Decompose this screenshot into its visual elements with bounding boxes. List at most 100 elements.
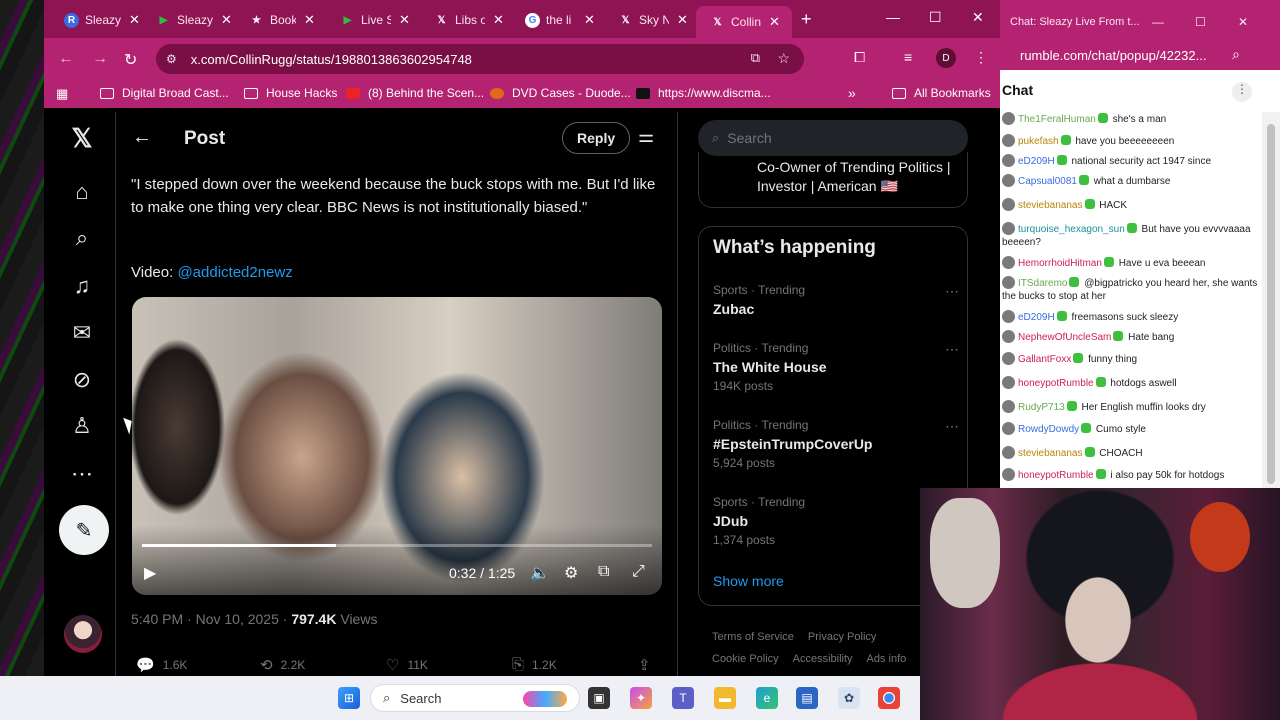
store-icon[interactable]: ▤ — [796, 687, 818, 709]
close-tab-icon[interactable]: ✕ — [677, 12, 688, 28]
install-app-icon[interactable]: ⧉ — [751, 50, 760, 66]
bookmark-item[interactable]: Digital Broad Cast... — [100, 86, 229, 100]
author-card[interactable]: Co-Owner of Trending Politics | Investor… — [698, 152, 968, 208]
trend-item[interactable]: Politics · Trending The White House 194K… — [713, 341, 959, 393]
menu-icon[interactable]: ⋮ — [974, 49, 988, 66]
user-avatar[interactable] — [1002, 468, 1015, 481]
chat-username[interactable]: The1FeralHuman — [1018, 114, 1096, 125]
app-icon[interactable]: ✿ — [838, 687, 860, 709]
video-handle-link[interactable]: @addicted2newz — [177, 264, 292, 281]
trend-item[interactable]: Sports · Trending Zubac ⋯ — [713, 283, 959, 317]
messages-icon[interactable]: ✉ — [68, 319, 96, 347]
minimize-icon[interactable]: — — [1152, 15, 1164, 29]
profile-icon[interactable]: ♙ — [68, 412, 96, 440]
copilot-icon[interactable]: ✦ — [630, 687, 652, 709]
user-avatar[interactable] — [1002, 330, 1015, 343]
compose-post-button[interactable]: ✎ — [59, 505, 109, 555]
user-avatar[interactable] — [1002, 134, 1015, 147]
close-tab-icon[interactable]: ✕ — [769, 14, 780, 30]
user-avatar[interactable] — [1002, 310, 1015, 323]
new-tab-icon[interactable]: + — [801, 9, 812, 30]
user-avatar[interactable] — [1002, 222, 1015, 235]
bookmark-item[interactable]: https://www.discma... — [636, 86, 771, 100]
user-avatar[interactable] — [1002, 198, 1015, 211]
chat-username[interactable]: NephewOfUncleSam — [1018, 332, 1111, 343]
account-avatar[interactable] — [64, 615, 102, 653]
reload-icon[interactable]: ↻ — [124, 50, 137, 70]
video-player[interactable]: ▶ 0:32 / 1:25 🔈 ⚙ ⧉ ⤢ — [132, 297, 662, 595]
bookmark-item[interactable]: DVD Cases - Duode... — [490, 86, 631, 100]
zoom-icon[interactable]: ⌕ — [1232, 46, 1240, 63]
chat-username[interactable]: steviebananas — [1018, 200, 1083, 211]
address-bar[interactable]: ⚙ x.com/CollinRugg/status/19880138636029… — [156, 44, 804, 74]
chat-username[interactable]: HemorrhoidHitman — [1018, 258, 1102, 269]
tab[interactable]: 𝕏Libs of✕ — [420, 6, 503, 34]
close-tab-icon[interactable]: ✕ — [304, 12, 315, 28]
video-settings-icon[interactable]: ⚙ — [564, 563, 578, 583]
trend-item[interactable]: Politics · Trending #EpsteinTrumpCoverUp… — [713, 418, 959, 470]
play-icon[interactable]: ▶ — [144, 563, 156, 583]
chat-username[interactable]: honeypotRumble — [1018, 470, 1094, 481]
bookmark-star-icon[interactable]: ☆ — [777, 50, 790, 67]
back-arrow-icon[interactable]: ← — [132, 126, 152, 149]
windows-start-icon[interactable]: ⊞ — [338, 687, 360, 709]
media-controls-icon[interactable]: ≡ — [904, 49, 912, 65]
repost-action[interactable]: ⟲ 2.2K — [260, 656, 305, 674]
chat-menu-icon[interactable]: ⋮ — [1232, 82, 1252, 102]
tab[interactable]: ★Bookmarks✕ — [235, 6, 315, 34]
bookmark-action[interactable]: ⎘ 1.2K — [512, 656, 557, 673]
user-avatar[interactable] — [1002, 422, 1015, 435]
tab[interactable]: R Sleazy ✕ — [50, 6, 140, 34]
reply-button[interactable]: Reply — [562, 122, 631, 154]
more-icon[interactable]: ⋯ — [68, 460, 96, 488]
ads-info-link[interactable]: Ads info — [867, 653, 907, 665]
close-tab-icon[interactable]: ✕ — [221, 12, 232, 28]
home-icon[interactable]: ⌂ — [68, 178, 96, 206]
close-tab-icon[interactable]: ✕ — [399, 12, 410, 28]
grok-icon[interactable]: ⊘ — [68, 366, 96, 394]
chat-username[interactable]: eD209H — [1018, 312, 1055, 323]
notifications-icon[interactable]: ♫ — [68, 272, 96, 300]
close-tab-icon[interactable]: ✕ — [584, 12, 595, 28]
user-avatar[interactable] — [1002, 256, 1015, 269]
show-more-link[interactable]: Show more — [713, 573, 784, 589]
chat-username[interactable]: eD209H — [1018, 156, 1055, 167]
more-bookmarks-icon[interactable]: » — [848, 85, 856, 101]
user-avatar[interactable] — [1002, 154, 1015, 167]
user-avatar[interactable] — [1002, 174, 1015, 187]
chat-username[interactable]: pukefash — [1018, 136, 1059, 147]
chat-address-bar[interactable]: rumble.com/chat/popup/42232... ⌕ — [1000, 40, 1280, 70]
all-bookmarks[interactable]: All Bookmarks — [892, 86, 991, 100]
chat-username[interactable]: ITSdaremo — [1018, 278, 1067, 289]
forward-icon[interactable]: → — [92, 50, 108, 68]
like-action[interactable]: ♡ 11K — [386, 656, 428, 674]
back-icon[interactable]: ← — [58, 50, 74, 68]
chat-username[interactable]: GallantFoxx — [1018, 354, 1071, 365]
reply-action[interactable]: 💬 1.6K — [136, 656, 187, 674]
cookie-link[interactable]: Cookie Policy — [712, 653, 779, 665]
user-avatar[interactable] — [1002, 376, 1015, 389]
accessibility-link[interactable]: Accessibility — [793, 653, 853, 665]
bookmark-item[interactable]: House Hacks — [244, 86, 337, 100]
minimize-icon[interactable]: — — [886, 9, 900, 25]
chat-username[interactable]: turquoise_hexagon_sun — [1018, 224, 1125, 235]
close-tab-icon[interactable]: ✕ — [129, 12, 140, 28]
x-search-input[interactable]: ⌕ Search — [698, 120, 968, 156]
chat-username[interactable]: steviebananas — [1018, 448, 1083, 459]
user-avatar[interactable] — [1002, 446, 1015, 459]
task-view-icon[interactable]: ▣ — [588, 687, 610, 709]
apps-grid-icon[interactable]: ▦ — [56, 86, 68, 102]
extensions-icon[interactable]: ⧠ — [854, 49, 865, 66]
volume-icon[interactable]: 🔈 — [530, 563, 550, 583]
chat-scrollbar[interactable] — [1262, 112, 1280, 490]
more-options-icon[interactable]: ⋯ — [945, 283, 959, 300]
user-avatar[interactable] — [1002, 276, 1015, 289]
teams-icon[interactable]: T — [672, 687, 694, 709]
more-options-icon[interactable]: ⋯ — [945, 341, 959, 358]
user-avatar[interactable] — [1002, 352, 1015, 365]
close-window-icon[interactable]: ✕ — [972, 9, 984, 26]
tab[interactable]: ▶ Live S ✕ — [326, 6, 410, 34]
privacy-link[interactable]: Privacy Policy — [808, 631, 876, 643]
tab[interactable]: Gthe li ✕ — [511, 6, 595, 34]
picture-in-picture-icon[interactable]: ⧉ — [598, 563, 609, 581]
